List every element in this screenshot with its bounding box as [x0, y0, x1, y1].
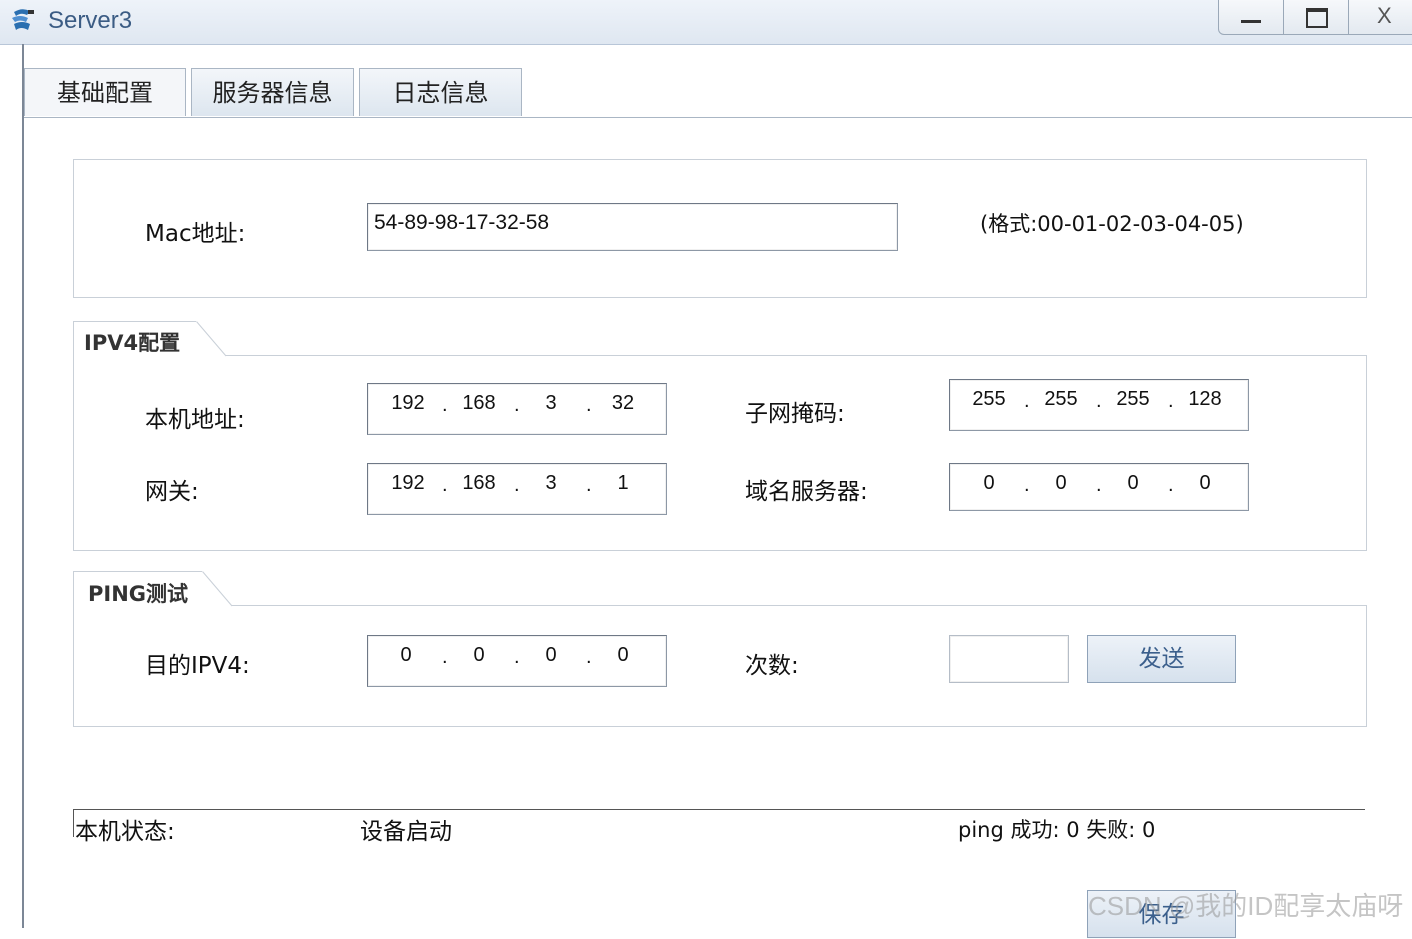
ip-octet: 255 [1044, 388, 1078, 410]
ip-octet: 192 [391, 392, 425, 414]
ping-target-input[interactable]: 0 . 0 . 0 . 0 [367, 635, 667, 687]
ip-octet: 0 [983, 472, 995, 494]
local-address-input[interactable]: 192 . 168 . 3 . 32 [367, 383, 667, 435]
send-button[interactable]: 发送 [1087, 635, 1236, 683]
ip-dot: . [1168, 474, 1174, 496]
tab-log-info[interactable]: 日志信息 [359, 68, 522, 116]
dns-input[interactable]: 0 . 0 . 0 . 0 [949, 463, 1249, 511]
ping-target-label: 目的IPV4: [145, 653, 250, 679]
ip-octet: 0 [617, 644, 629, 666]
ip-octet: 0 [1055, 472, 1067, 494]
ping-count-label: 次数: [745, 653, 799, 679]
tab-slant-decoration [196, 321, 227, 357]
ip-dot: . [442, 394, 448, 416]
ip-octet: 0 [545, 644, 557, 666]
ip-dot: . [1024, 474, 1030, 496]
ip-octet: 1 [617, 472, 629, 494]
ping-result: ping 成功: 0 失败: 0 [958, 818, 1156, 842]
ip-octet: 192 [391, 472, 425, 494]
ip-octet: 168 [462, 392, 496, 414]
window-title: Server3 [48, 7, 133, 34]
close-button[interactable]: X [1348, 0, 1412, 35]
mac-input[interactable]: 54-89-98-17-32-58 [367, 203, 898, 251]
maximize-button[interactable] [1283, 0, 1349, 35]
ip-octet: 0 [473, 644, 485, 666]
ip-octet: 3 [545, 472, 557, 494]
watermark: CSDN @我的ID配享太庙呀 [1088, 891, 1404, 921]
ip-octet: 0 [400, 644, 412, 666]
ip-octet: 128 [1188, 388, 1222, 410]
ping-section-tab: PING测试 [73, 571, 233, 607]
status-value: 设备启动 [360, 819, 452, 845]
tabs-divider [24, 117, 1412, 118]
maximize-icon [1306, 8, 1328, 28]
window-frame-left [22, 44, 24, 928]
ip-octet: 0 [1127, 472, 1139, 494]
ipv4-section-tab: IPV4配置 [73, 321, 227, 357]
local-address-label: 本机地址: [145, 407, 245, 433]
gateway-input[interactable]: 192 . 168 . 3 . 1 [367, 463, 667, 515]
ip-dot: . [1024, 390, 1030, 412]
gateway-label: 网关: [145, 479, 199, 505]
ip-dot: . [514, 474, 520, 496]
ip-dot: . [586, 646, 592, 668]
ip-octet: 255 [972, 388, 1006, 410]
subnet-mask-label: 子网掩码: [745, 401, 845, 427]
ipv4-section-title: IPV4配置 [84, 331, 181, 355]
ip-dot: . [514, 394, 520, 416]
tab-server-info[interactable]: 服务器信息 [191, 68, 354, 116]
ip-octet: 0 [1199, 472, 1211, 494]
ip-dot: . [442, 646, 448, 668]
ip-octet: 3 [545, 392, 557, 414]
title-bar: Server3 X [0, 0, 1412, 45]
subnet-mask-input[interactable]: 255 . 255 . 255 . 128 [949, 379, 1249, 431]
ip-dot: . [1096, 474, 1102, 496]
ip-octet: 32 [611, 392, 635, 414]
close-icon: X [1377, 3, 1392, 28]
mac-label: Mac地址: [145, 221, 246, 247]
dns-label: 域名服务器: [745, 479, 868, 505]
ip-dot: . [442, 474, 448, 496]
ip-dot: . [586, 394, 592, 416]
ip-octet: 255 [1116, 388, 1150, 410]
ping-section-title: PING测试 [88, 582, 189, 606]
mac-value: 54-89-98-17-32-58 [374, 211, 550, 234]
status-divider-tick [73, 809, 74, 837]
mac-format-hint: (格式:00-01-02-03-04-05) [980, 212, 1244, 236]
ip-dot: . [1096, 390, 1102, 412]
server-app-icon [12, 9, 34, 30]
ip-dot: . [514, 646, 520, 668]
ping-count-input[interactable] [949, 635, 1069, 683]
ip-dot: . [1168, 390, 1174, 412]
ip-dot: . [586, 474, 592, 496]
minimize-button[interactable] [1218, 0, 1284, 35]
status-label: 本机状态: [75, 819, 175, 845]
status-divider [73, 809, 1365, 810]
ip-octet: 168 [462, 472, 496, 494]
minimize-icon [1241, 20, 1261, 23]
tab-basic-config[interactable]: 基础配置 [24, 68, 186, 116]
tab-slant-decoration [202, 571, 233, 607]
window-controls: X [1218, 0, 1412, 36]
